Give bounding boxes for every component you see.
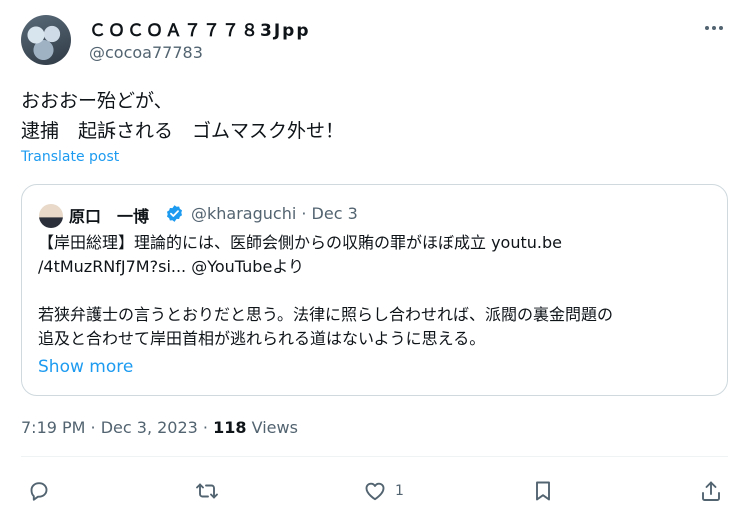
- tweet-meta: 7:19 PM · Dec 3, 2023 · 118 Views: [21, 418, 298, 437]
- like-button[interactable]: 1: [363, 478, 404, 504]
- bookmark-button[interactable]: [531, 478, 555, 504]
- quoted-handle-date[interactable]: @kharaguchi · Dec 3: [191, 204, 358, 223]
- quoted-text-line: 若狭弁護士の言うとおりだと思う。法律に照らし合わせれば、派閥の裏金問題の: [38, 305, 614, 324]
- views-label: Views: [246, 418, 298, 437]
- divider: [21, 456, 728, 457]
- author-display-name[interactable]: ＣＯＣＯＡ７７７８3Jpp: [89, 16, 311, 41]
- author-handle[interactable]: @cocoa77783: [89, 43, 203, 62]
- like-count: 1: [395, 483, 404, 499]
- share-icon: [702, 481, 720, 501]
- views-count: 118: [213, 418, 247, 437]
- tweet-text: おおおー殆どが、 逮捕 起訴される ゴムマスク外せ！: [21, 90, 345, 142]
- reply-button[interactable]: [27, 478, 51, 504]
- quoted-text-line: 【岸田総理】理論的には、医師会側からの収賄の罪がほぼ成立 youtu.be: [38, 233, 562, 252]
- quoted-text-line: 追及と合わせて岸田首相が逃れられる道はないように思える。: [38, 329, 486, 348]
- tweet-timestamp[interactable]: 7:19 PM · Dec 3, 2023 ·: [21, 418, 213, 437]
- repost-button[interactable]: [195, 478, 219, 504]
- more-options-icon[interactable]: [700, 16, 728, 40]
- reply-icon: [30, 482, 48, 501]
- author-avatar[interactable]: [21, 15, 71, 65]
- quoted-tweet-card[interactable]: 原口 一博 @kharaguchi · Dec 3 【岸田総理】理論的には、医師…: [21, 184, 728, 396]
- show-more-link[interactable]: Show more: [38, 357, 133, 377]
- verified-badge-icon: [166, 205, 183, 222]
- bookmark-icon: [536, 481, 550, 501]
- quoted-text: 【岸田総理】理論的には、医師会側からの収賄の罪がほぼ成立 youtu.be /4…: [38, 231, 718, 351]
- quoted-author-avatar[interactable]: [39, 204, 63, 228]
- quoted-author-name[interactable]: 原口 一博: [69, 203, 149, 227]
- repost-icon: [196, 483, 218, 499]
- translate-post-link[interactable]: Translate post: [21, 149, 119, 165]
- share-button[interactable]: [699, 478, 723, 504]
- heart-icon: [365, 482, 385, 501]
- quoted-text-line: /4tMuzRNfJ7M?si... @YouTubeより: [38, 257, 304, 276]
